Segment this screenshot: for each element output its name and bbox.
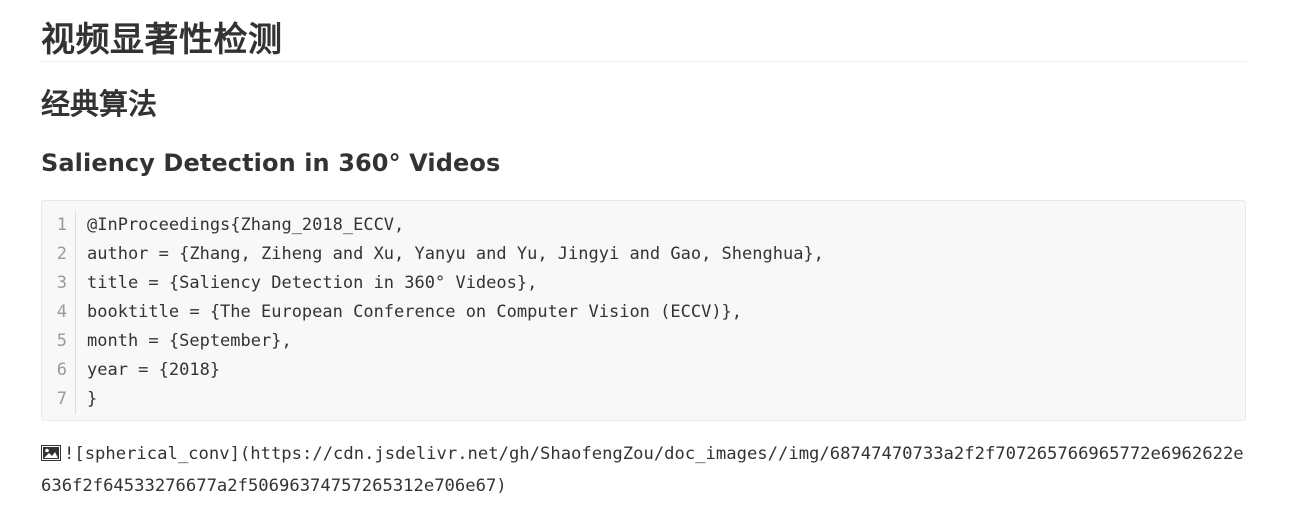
- line-number: 1: [56, 215, 67, 235]
- broken-image-link[interactable]: ![spherical_conv](https://cdn.jsdelivr.n…: [41, 438, 1246, 502]
- line-number: 6: [56, 360, 67, 380]
- section-heading: 经典算法: [41, 87, 158, 121]
- code-block[interactable]: 1 2 3 4 5 6 7 @InProceedings{Zhang_2018_…: [41, 200, 1246, 421]
- page-title: 视频显著性检测: [41, 20, 283, 60]
- code-line[interactable]: }: [87, 385, 1235, 414]
- line-number: 3: [56, 273, 67, 293]
- line-number-gutter: 1 2 3 4 5 6 7: [42, 211, 76, 414]
- title-divider: [41, 61, 1246, 62]
- image-markdown-text: ![spherical_conv](https://cdn.jsdelivr.n…: [41, 444, 1244, 496]
- code-line[interactable]: year = {2018}: [87, 356, 1235, 385]
- broken-image-icon: [41, 440, 61, 461]
- line-number: 4: [56, 302, 67, 322]
- code-line[interactable]: booktitle = {The European Conference on …: [87, 298, 1235, 327]
- line-number: 7: [56, 389, 67, 409]
- code-line[interactable]: month = {September},: [87, 327, 1235, 356]
- code-line[interactable]: @InProceedings{Zhang_2018_ECCV,: [87, 211, 1235, 240]
- code-line[interactable]: author = {Zhang, Ziheng and Xu, Yanyu an…: [87, 240, 1235, 269]
- code-lines[interactable]: @InProceedings{Zhang_2018_ECCV, author =…: [87, 211, 1235, 414]
- line-number: 5: [56, 331, 67, 351]
- line-number: 2: [56, 244, 67, 264]
- subsection-heading: Saliency Detection in 360° Videos: [41, 149, 501, 177]
- code-line[interactable]: title = {Saliency Detection in 360° Vide…: [87, 269, 1235, 298]
